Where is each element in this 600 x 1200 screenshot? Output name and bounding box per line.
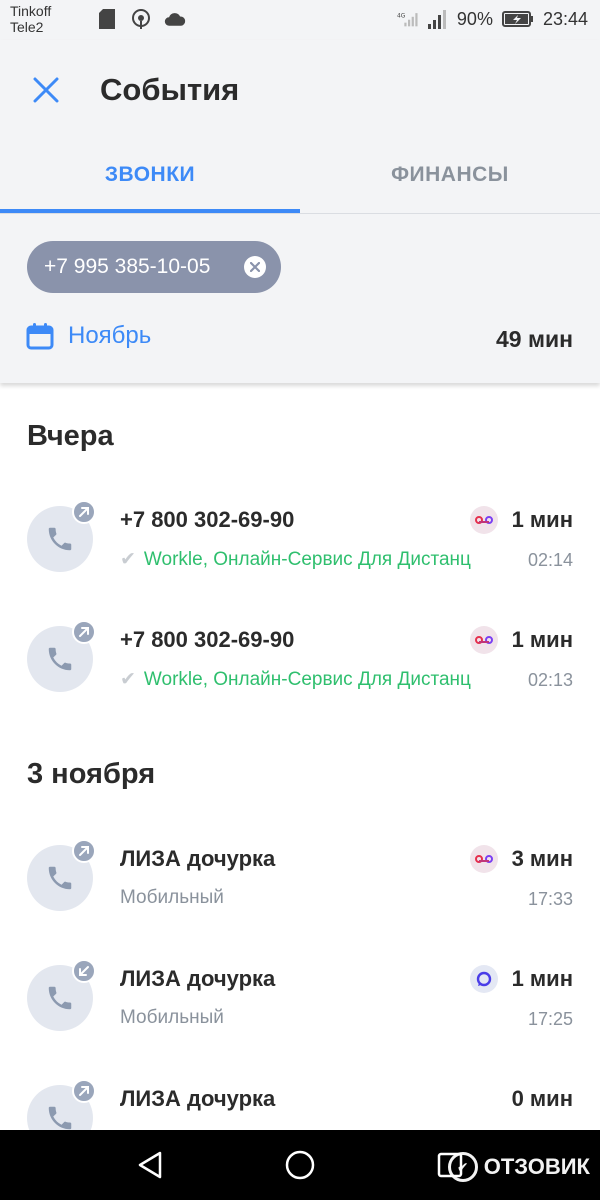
phone-type: Мобильный — [120, 1007, 224, 1028]
svg-text:4G: 4G — [397, 14, 406, 20]
carrier-1: Tinkoff — [10, 3, 52, 19]
verified-check-icon: ✔ — [120, 669, 136, 690]
outgoing-call-icon — [72, 500, 96, 524]
home-button[interactable] — [282, 1147, 318, 1183]
phone-icon — [48, 1106, 72, 1130]
contact-name: ЛИЗА дочурка — [120, 846, 276, 871]
caller-description-text: Workle, Онлайн-Сервис Для Дистанц — [143, 549, 471, 570]
events-header: События ЗВОНКИ ФИНАНСЫ +7 995 385-10-05 … — [0, 40, 600, 383]
caller-description: ✔ Workle, Онлайн-Сервис Для Дистанц — [120, 548, 496, 571]
contact-name: ЛИЗА дочурка — [120, 1086, 276, 1111]
month-label: Ноябрь — [68, 322, 152, 349]
tab-finances[interactable]: ФИНАНСЫ — [300, 145, 600, 205]
signal-4g-icon: 4G — [397, 8, 419, 30]
call-time: 02:13 — [527, 670, 573, 690]
outgoing-call-icon — [72, 839, 96, 863]
call-row[interactable]: +7 800 302-69-90 1 мин ✔ Workle, Онлайн-С… — [0, 606, 600, 726]
tab-divider — [0, 213, 600, 214]
watermark-logo: ✔ ОТЗОВИК — [447, 1152, 590, 1182]
watermark-text: ОТЗОВИК — [483, 1154, 590, 1179]
outgoing-call-icon — [72, 620, 96, 644]
call-row[interactable]: ЛИЗА дочурка 1 мин Мобильный 17:25 — [0, 945, 600, 1065]
call-duration: 1 мин — [511, 627, 573, 652]
call-duration: 0 мин — [511, 1086, 573, 1111]
clock: 23:44 — [542, 8, 588, 29]
total-duration: 49 мин — [495, 326, 573, 352]
status-bar: Tinkoff Tele2 4G 90% 23:44 — [0, 0, 600, 40]
call-time: 02:14 — [527, 550, 573, 570]
calendar-icon — [26, 323, 54, 350]
carrier-2: Tele2 — [10, 19, 44, 35]
clear-filter-button[interactable] — [244, 256, 266, 278]
back-button[interactable] — [132, 1147, 168, 1183]
filter-chip-label: +7 995 385-10-05 — [44, 255, 211, 278]
phone-type: Мобильный — [120, 887, 224, 908]
month-selector[interactable]: Ноябрь — [26, 322, 151, 350]
signal-icon — [427, 8, 449, 30]
hotspot-icon — [130, 8, 152, 30]
system-nav-bar: ✔ ОТЗОВИК — [0, 1130, 600, 1200]
clear-icon — [250, 262, 260, 272]
section-title-yesterday: Вчера — [27, 420, 114, 452]
record-icon — [470, 845, 498, 873]
phone-icon — [48, 527, 72, 551]
caller-number: +7 800 302-69-90 — [120, 627, 295, 652]
incoming-call-icon — [72, 959, 96, 983]
call-duration: 3 мин — [511, 846, 573, 871]
phone-filter-chip[interactable]: +7 995 385-10-05 — [27, 241, 281, 293]
carrier-names: Tinkoff Tele2 — [10, 3, 51, 35]
contact-name: ЛИЗА дочурка — [120, 966, 276, 991]
close-button[interactable] — [26, 70, 66, 110]
watermark-circle-icon: ✔ — [447, 1152, 478, 1182]
call-duration: 1 мин — [511, 507, 573, 532]
outgoing-call-icon — [72, 1079, 96, 1103]
call-time: 17:25 — [527, 1009, 573, 1029]
call-time: 17:33 — [527, 889, 573, 909]
phone-icon — [48, 866, 72, 890]
caller-description-text: Workle, Онлайн-Сервис Для Дистанц — [143, 669, 471, 690]
cloud-icon — [164, 8, 186, 30]
phone-icon — [48, 647, 72, 671]
call-row[interactable]: +7 800 302-69-90 1 мин ✔ Workle, Онлайн-С… — [0, 486, 600, 606]
page-title: События — [100, 72, 240, 107]
verified-check-icon: ✔ — [120, 549, 136, 570]
call-duration: 1 мин — [511, 966, 573, 991]
section-title-nov-3: 3 ноября — [27, 758, 156, 790]
caller-number: +7 800 302-69-90 — [120, 507, 295, 532]
battery-percent: 90% — [456, 8, 493, 29]
close-icon — [33, 77, 59, 103]
phone-icon — [48, 986, 72, 1010]
caller-description: ✔ Workle, Онлайн-Сервис Для Дистанц — [120, 668, 496, 691]
call-row[interactable]: ЛИЗА дочурка 3 мин Мобильный 17:33 — [0, 825, 600, 945]
tab-calls[interactable]: ЗВОНКИ — [0, 145, 300, 205]
record-icon — [470, 506, 498, 534]
back-triangle-icon — [138, 1151, 162, 1179]
battery-icon — [501, 8, 535, 30]
home-circle-icon — [285, 1150, 315, 1180]
record-icon — [470, 626, 498, 654]
chat-icon — [470, 965, 498, 993]
sd-card-icon — [96, 8, 118, 30]
